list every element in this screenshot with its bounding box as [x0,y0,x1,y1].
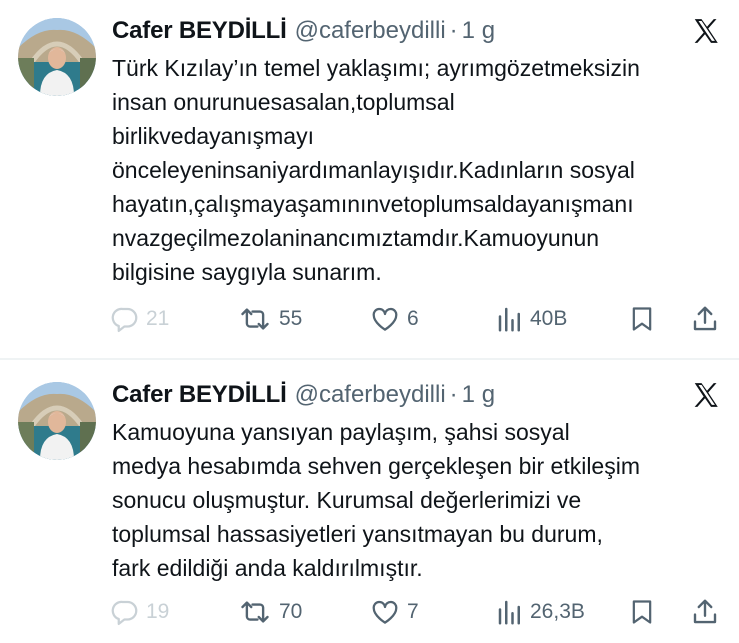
reply-count: 21 [146,307,170,330]
share-button[interactable] [690,299,720,339]
action-bar: 19 70 7 26,3B [0,592,739,632]
tweet-text-line: medya hesabımda sehven gerçekleşen bir e… [112,453,640,479]
tweet-text-line: fark edildiği anda kaldırılmıştır. [112,555,423,581]
separator-dot: · [449,17,458,44]
like-count: 7 [407,600,419,623]
tweet-header: Cafer BEYDİLLİ @caferbeydilli · 1 g [112,378,495,412]
tweet[interactable]: Cafer BEYDİLLİ @caferbeydilli · 1 g Türk… [0,0,739,358]
like-button[interactable]: 7 [369,592,419,632]
avatar[interactable] [18,18,96,96]
reply-button[interactable]: 21 [110,299,169,339]
share-icon [693,306,717,331]
like-count: 6 [407,307,419,330]
reply-count: 19 [146,600,170,623]
tweet-text-line: nvazgeçilmezolaninancımıztamdır.Kamuoyun… [112,225,600,251]
tweet-text: Türk Kızılay’ın temel yaklaşımı; ayrımgö… [112,51,732,289]
repost-icon [241,308,269,330]
tweet-text-line: hayatın,çalışmayaşamınınvetoplumsaldayan… [112,191,634,217]
tweet-text-line: Kamuoyuna yansıyan paylaşım, şahsi sosya… [112,419,570,445]
views-count: 40B [530,307,568,330]
bookmark-icon [632,307,652,331]
timestamp[interactable]: 1 g [462,17,495,45]
user-handle[interactable]: @caferbeydilli [295,17,446,45]
repost-icon [241,601,269,623]
tweet-text-line: sonucu oluşmuştur. Kurumsal değerlerimiz… [112,487,582,513]
views-icon [498,600,520,625]
share-button[interactable] [690,592,720,632]
display-name[interactable]: Cafer BEYDİLLİ [112,17,287,45]
bookmark-button[interactable] [628,299,656,339]
timestamp[interactable]: 1 g [462,381,495,409]
tweet-text-line: Türk Kızılay’ın temel yaklaşımı; ayrımgö… [112,55,640,81]
x-logo-icon [694,19,718,43]
repost-button[interactable]: 70 [237,592,302,632]
tweet[interactable]: Cafer BEYDİLLİ @caferbeydilli · 1 g Kamu… [0,360,739,643]
user-handle[interactable]: @caferbeydilli [295,381,446,409]
like-icon [372,600,398,624]
views-count: 26,3B [530,600,585,623]
bookmark-icon [632,600,652,624]
share-icon [693,599,717,624]
tweet-text-line: insan onurunuesasalan,toplumsal [112,89,455,115]
bookmark-button[interactable] [628,592,656,632]
action-bar: 21 55 6 40B [0,299,739,339]
tweet-text: Kamuoyuna yansıyan paylaşım, şahsi sosya… [112,415,732,585]
avatar[interactable] [18,382,96,460]
views-icon [498,307,520,332]
like-icon [372,307,398,331]
reply-icon [111,600,138,625]
x-logo-icon [694,383,718,407]
tweet-text-line: toplumsal hassasiyetleri yansıtmayan bu … [112,521,603,547]
reply-icon [111,307,138,332]
separator-dot: · [449,381,458,408]
repost-count: 55 [279,307,303,330]
tweet-text-line: bilgisine saygıyla sunarım. [112,259,382,285]
display-name[interactable]: Cafer BEYDİLLİ [112,381,287,409]
views-button[interactable]: 40B [496,299,567,339]
repost-count: 70 [279,600,303,623]
tweet-header: Cafer BEYDİLLİ @caferbeydilli · 1 g [112,14,495,48]
like-button[interactable]: 6 [369,299,419,339]
views-button[interactable]: 26,3B [496,592,585,632]
repost-button[interactable]: 55 [237,299,302,339]
tweet-text-line: önceleyeninsaniyardımanlayışıdır.Kadınla… [112,157,635,183]
reply-button[interactable]: 19 [110,592,169,632]
tweet-text-line: birlikvedayanışmayı [112,123,314,149]
